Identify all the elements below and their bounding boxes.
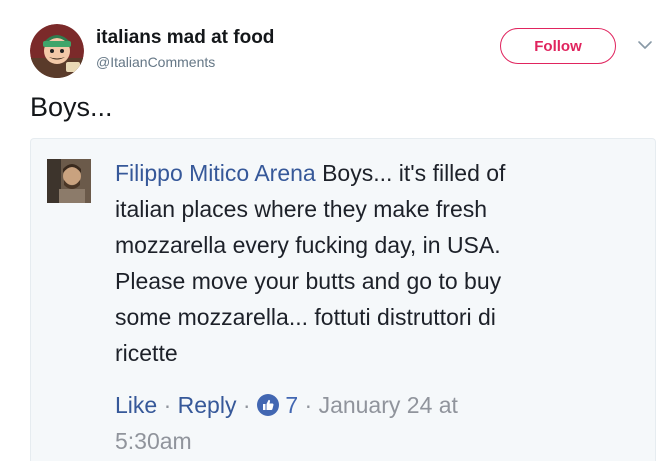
comment-text-line: italian places where they make fresh — [115, 196, 488, 222]
avatar[interactable] — [30, 24, 84, 78]
follow-button[interactable]: Follow — [500, 28, 616, 64]
comment-text-line: mozzarella every fucking day, in USA. — [115, 232, 501, 258]
like-link[interactable]: Like — [115, 392, 157, 418]
chevron-down-icon[interactable] — [634, 34, 656, 56]
commenter-name[interactable]: Filippo Mitico Arena — [115, 160, 316, 186]
tweet-header: italians mad at food @ItalianComments Fo… — [30, 24, 660, 80]
comment-text-line: some mozzarella... fottuti distruttori d… — [115, 304, 496, 330]
commenter-avatar — [47, 159, 91, 203]
meta-separator: · — [157, 392, 178, 418]
comment-body: Filippo Mitico Arena Boys... it's filled… — [115, 155, 635, 371]
comment-text-line: Boys... it's filled of — [315, 160, 506, 186]
reaction-count[interactable]: 7 — [285, 392, 298, 418]
author-handle[interactable]: @ItalianComments — [96, 54, 215, 70]
comment-text-line: ricette — [115, 340, 178, 366]
thumbs-up-icon — [256, 390, 279, 416]
meta-separator: · — [298, 392, 319, 418]
timestamp[interactable]: January 24 at — [319, 392, 458, 418]
tweet-text: Boys... — [30, 92, 113, 122]
comment-text-line: Please move your butts and go to buy — [115, 268, 502, 294]
embedded-comment-card: Filippo Mitico Arena Boys... it's filled… — [30, 138, 656, 461]
author-name[interactable]: italians mad at food — [96, 27, 274, 49]
meta-separator: · — [236, 392, 257, 418]
comment-meta: Like · Reply · 7 · January 24 at 5:30am — [115, 387, 615, 459]
reply-link[interactable]: Reply — [178, 392, 237, 418]
timestamp-continued[interactable]: 5:30am — [115, 428, 192, 454]
